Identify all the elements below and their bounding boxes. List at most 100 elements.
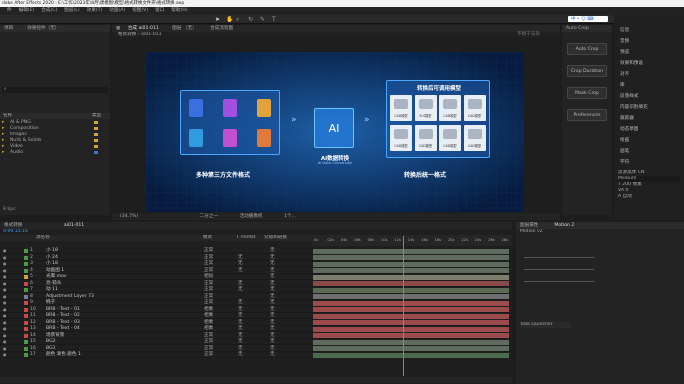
layer-parent[interactable]: 无 xyxy=(270,248,275,254)
layer-duration-bar[interactable] xyxy=(313,248,509,254)
zoom-tool-icon[interactable]: ⌕ xyxy=(236,16,239,24)
layer-trkmat[interactable]: 无 xyxy=(238,352,243,358)
pen-tool-icon[interactable]: ✎ xyxy=(260,16,265,23)
tab-layer[interactable]: 图层 （无） xyxy=(172,26,196,31)
layer-duration-bar[interactable] xyxy=(313,333,509,338)
layer-visibility-icon[interactable]: ● xyxy=(3,268,7,273)
layer-mode[interactable]: 正常 xyxy=(204,248,213,254)
layer-visibility-icon[interactable]: ● xyxy=(3,287,7,292)
layer-trkmat[interactable]: 无 xyxy=(238,281,243,287)
layer-duration-bar[interactable] xyxy=(313,268,509,273)
layer-duration-bar[interactable] xyxy=(313,274,509,280)
views-select[interactable]: 1个... xyxy=(284,214,296,219)
layer-trkmat[interactable]: 无 xyxy=(238,320,243,326)
layer-duration-bar[interactable] xyxy=(313,307,509,312)
tab-comp-main[interactable]: 格式转换 xyxy=(4,223,22,228)
comp-preview-canvas[interactable]: 多种第三方文件格式 » AI AI数据转换 AI Data Conversion… xyxy=(146,52,524,212)
layer-parent[interactable]: 无 xyxy=(270,281,275,287)
layer-parent[interactable]: 无 xyxy=(270,255,275,261)
layer-visibility-icon[interactable]: ● xyxy=(3,313,7,318)
layer-duration-bar[interactable] xyxy=(313,261,509,267)
layer-duration-bar[interactable] xyxy=(313,281,509,286)
side-menu-item[interactable]: 动态草图 xyxy=(614,124,684,135)
layer-mode[interactable]: 正常 xyxy=(204,281,213,287)
tab-flowchart[interactable]: 合成流程图 xyxy=(210,26,233,31)
layer-duration-bar[interactable] xyxy=(313,294,509,299)
menu-item[interactable]: 帮助(H) xyxy=(171,8,187,13)
layer-duration-bar[interactable] xyxy=(313,255,509,260)
layer-visibility-icon[interactable]: ● xyxy=(3,261,7,266)
selection-tool-icon[interactable]: ➤ xyxy=(215,16,220,23)
layer-trkmat[interactable]: 无 xyxy=(238,313,243,319)
tab-motion[interactable]: Motion 2 xyxy=(554,223,574,228)
layer-mode[interactable]: 正常 xyxy=(204,333,213,339)
layer-visibility-icon[interactable]: ● xyxy=(3,255,7,260)
side-menu-item[interactable]: 字符 xyxy=(614,157,684,168)
layer-parent[interactable]: 无 xyxy=(270,333,275,339)
layer-duration-bar[interactable] xyxy=(313,320,509,325)
menu-item[interactable]: 视图(V) xyxy=(132,8,148,13)
layer-trkmat[interactable]: 无 xyxy=(238,346,243,352)
layer-mode[interactable]: 相乘 xyxy=(204,320,213,326)
layer-duration-bar[interactable] xyxy=(313,352,509,358)
layer-duration-bar[interactable] xyxy=(313,339,509,345)
layer-visibility-icon[interactable]: ● xyxy=(3,352,7,357)
layer-parent[interactable]: 无 xyxy=(270,287,275,293)
layer-visibility-icon[interactable]: ● xyxy=(3,333,7,338)
time-ruler[interactable]: 0s 02s 04s 06s 08s 10s 12s 14s 16s 18s 20s 22s 24s 26… xyxy=(312,236,512,246)
side-menu-item[interactable]: 跟踪器 xyxy=(614,113,684,124)
layer-visibility-icon[interactable]: ● xyxy=(3,248,7,253)
bpc-label[interactable]: 8 bpc xyxy=(3,207,16,212)
breadcrumb[interactable]: 格式转换 ‹ ai01-011 xyxy=(118,32,162,37)
layer-parent[interactable]: 无 xyxy=(270,268,275,274)
menu-item[interactable]: 件 xyxy=(7,8,12,13)
layer-parent[interactable]: 无 xyxy=(270,352,275,358)
crop-button-1[interactable]: Crop Duration xyxy=(567,65,607,77)
motion-slider-2[interactable] xyxy=(524,269,594,270)
project-item[interactable]: ▸ Audio xyxy=(0,150,110,156)
side-menu-item[interactable]: 画笔 xyxy=(614,146,684,157)
layer-visibility-icon[interactable]: ● xyxy=(3,346,7,351)
layer-visibility-icon[interactable]: ● xyxy=(3,281,7,286)
layer-trkmat[interactable]: 无 xyxy=(238,261,243,267)
crop-button-2[interactable]: Mask Crop xyxy=(567,87,607,99)
layer-visibility-icon[interactable]: ● xyxy=(3,339,7,344)
layer-mode[interactable]: 相乘 xyxy=(204,326,213,332)
layer-mode[interactable]: 正常 xyxy=(204,268,213,274)
layer-parent[interactable]: 无 xyxy=(270,261,275,267)
project-panel-header[interactable]: 项目 效果控件（无） xyxy=(0,25,110,32)
text-tool-icon[interactable]: T xyxy=(272,16,276,23)
layer-parent[interactable]: 无 xyxy=(270,274,275,280)
side-menu-item[interactable]: 音频 xyxy=(614,36,684,47)
layer-trkmat[interactable]: 无 xyxy=(238,333,243,339)
layer-mode[interactable]: 相乘 xyxy=(204,313,213,319)
layer-mode[interactable]: 相加 xyxy=(204,274,213,280)
layer-visibility-icon[interactable]: ● xyxy=(3,320,7,325)
menu-item[interactable]: 编辑(E) xyxy=(19,8,35,13)
layer-duration-bar[interactable] xyxy=(313,313,509,319)
layer-trkmat[interactable]: 无 xyxy=(238,326,243,332)
menu-item[interactable]: 窗口 xyxy=(155,8,164,13)
layer-parent[interactable]: 无 xyxy=(270,346,275,352)
leading-field[interactable]: A 自动 xyxy=(618,194,680,200)
side-menu-item[interactable]: 对齐 xyxy=(614,69,684,80)
layer-mode[interactable]: 相乘 xyxy=(204,307,213,313)
layer-visibility-icon[interactable]: ● xyxy=(3,300,7,305)
layer-trkmat[interactable]: 无 xyxy=(238,300,243,306)
layer-mode[interactable]: 正常 xyxy=(204,255,213,261)
side-menu-item[interactable]: 效果和预设 xyxy=(614,58,684,69)
side-menu-item[interactable]: 绘画 xyxy=(614,135,684,146)
motion-slider-1[interactable] xyxy=(524,257,594,258)
project-search-input[interactable]: ⌕ xyxy=(2,87,108,93)
motion-slider-3[interactable] xyxy=(524,281,594,282)
layer-trkmat[interactable]: 无 xyxy=(238,307,243,313)
layer-parent[interactable]: 无 xyxy=(270,320,275,326)
side-menu-item[interactable]: 内容识别填充 xyxy=(614,102,684,113)
layer-trkmat[interactable]: 无 xyxy=(238,339,243,345)
layer-mode[interactable]: 正常 xyxy=(204,300,213,306)
layer-duration-bar[interactable] xyxy=(313,346,509,351)
layer-trkmat[interactable]: 无 xyxy=(238,255,243,261)
side-menu-item[interactable]: 段落样式 xyxy=(614,91,684,102)
crop-button-3[interactable]: Preferences xyxy=(567,109,607,121)
layer-duration-bar[interactable] xyxy=(313,326,509,332)
